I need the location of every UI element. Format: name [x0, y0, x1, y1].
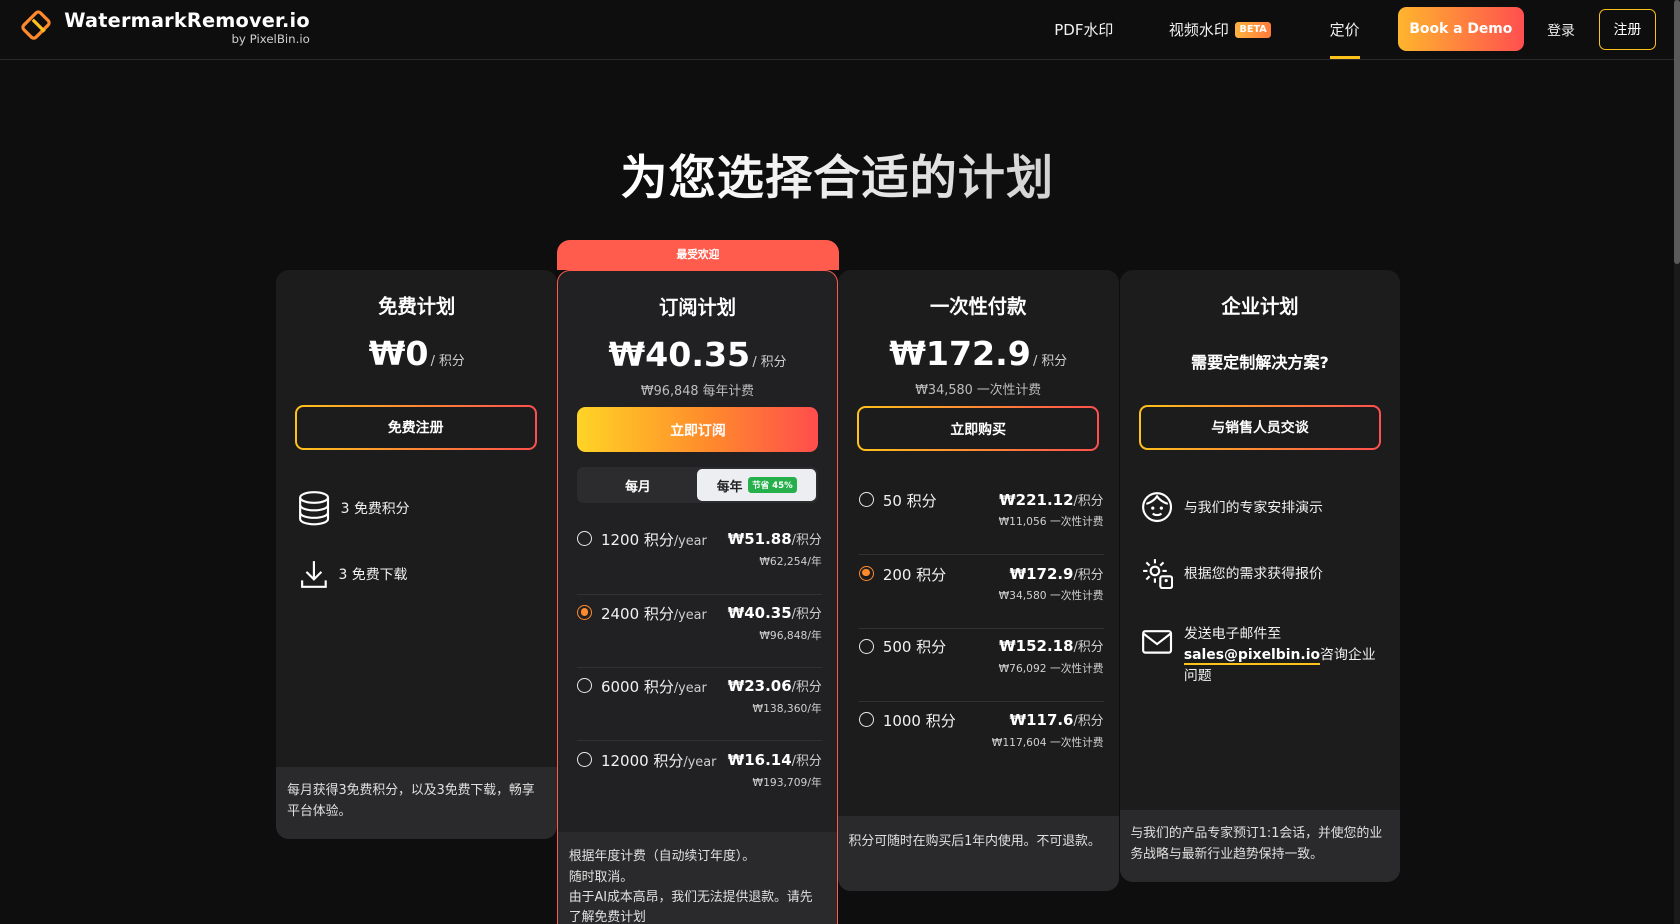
feature-free-credits: 3 免费积分 — [298, 490, 410, 526]
billing-period-toggle: 每月 每年 节省 45% — [577, 467, 819, 504]
one-time-billing: ₩34,580 一次性计费 — [915, 383, 1042, 399]
signup-button[interactable]: 注册 — [1598, 8, 1657, 51]
logo-subtitle: by PixelBin.io — [231, 32, 310, 47]
enterprise-plan-footer: 与我们的产品专家预订1:1会话，并使您的业务战略与最新行业趋势保持一致。 — [1119, 809, 1401, 882]
one-time-option-500[interactable]: 500 积分 ₩152.18/积分 ₩76,092 一次性计费 — [859, 629, 1104, 702]
subscription-option-6000[interactable]: 6000 积分/year ₩23.06/积分 ₩138,360/年 — [577, 668, 822, 742]
one-time-option-200[interactable]: 200 积分 ₩172.9/积分 ₩34,580 一次性计费 — [859, 556, 1104, 629]
feature-schedule-demo: 与我们的专家安排演示 — [1141, 491, 1323, 523]
radio-button[interactable] — [577, 752, 593, 768]
free-plan-price: ₩0/ 积分 — [368, 334, 465, 374]
scrollbar-thumb[interactable] — [1673, 0, 1680, 264]
subscription-option-1200[interactable]: 1200 积分/year ₩51.88/积分 ₩62,254/年 — [577, 522, 822, 595]
sales-email-link[interactable]: sales@pixelbin.io — [1183, 646, 1321, 665]
logo-title: WatermarkRemover.io — [64, 8, 310, 32]
nav-video-watermark[interactable]: 视频水印 BETA — [1169, 0, 1271, 60]
subscribe-now-button[interactable]: 立即订阅 — [577, 407, 819, 453]
enterprise-plan-title: 企业计划 — [1221, 295, 1299, 319]
mail-icon — [1142, 629, 1173, 654]
radio-button[interactable] — [577, 531, 593, 547]
save-badge: 节省 45% — [747, 477, 797, 494]
settings-user-icon — [1143, 559, 1174, 590]
free-signup-button[interactable]: 免费注册 — [295, 405, 537, 450]
subscription-plan-title: 订阅计划 — [658, 296, 737, 320]
radio-button-selected[interactable] — [859, 565, 875, 581]
enterprise-subtitle: 需要定制解决方案? — [1191, 353, 1329, 373]
one-time-option-50[interactable]: 50 积分 ₩221.12/积分 ₩11,056 一次性计费 — [859, 482, 1104, 555]
toggle-yearly[interactable]: 每年 节省 45% — [697, 469, 817, 502]
database-icon — [298, 490, 329, 525]
radio-button[interactable] — [577, 678, 593, 694]
free-plan-footer: 每月获得3免费积分，以及3免费下载，畅享平台体验。 — [276, 767, 558, 839]
mail-prefix: 发送电子邮件至 — [1183, 625, 1282, 642]
page-title: 为您选择合适的计划 — [0, 139, 1675, 208]
one-time-plan-footer: 积分可随时在购买后1年内使用。不可退款。 — [837, 816, 1119, 892]
support-agent-icon — [1142, 491, 1173, 522]
feature-free-downloads: 3 免费下载 — [300, 559, 407, 589]
one-time-option-1000[interactable]: 1000 积分 ₩117.6/积分 ₩117,604 一次性计费 — [859, 703, 1104, 776]
radio-button[interactable] — [859, 638, 875, 654]
nav-video-label: 视频水印 — [1168, 21, 1229, 40]
radio-button[interactable] — [859, 491, 875, 507]
eraser-logo-icon — [21, 9, 52, 40]
talk-to-sales-button[interactable]: 与销售人员交谈 — [1139, 405, 1381, 450]
subscription-option-2400[interactable]: 2400 积分/year ₩40.35/积分 ₩96,848/年 — [577, 596, 822, 669]
toggle-monthly[interactable]: 每月 — [580, 469, 697, 501]
free-plan-title: 免费计划 — [378, 295, 456, 319]
one-time-plan-title: 一次性付款 — [930, 295, 1027, 319]
subscription-option-12000[interactable]: 12000 积分/year ₩16.14/积分 ₩193,709/年 — [577, 742, 822, 815]
nav-pricing[interactable]: 定价 — [1329, 0, 1360, 60]
top-nav-bar: WatermarkRemover.io by PixelBin.io PDF水印… — [0, 0, 1680, 60]
beta-badge: BETA — [1235, 22, 1271, 38]
one-time-plan-price: ₩172.9/ 积分 — [889, 334, 1068, 374]
subscription-annual-billing: ₩96,848 每年计费 — [640, 384, 755, 400]
subscription-plan-footer: 根据年度计费（自动续订年度）。 随时取消。 由于AI成本高昂，我们无法提供退款。… — [558, 832, 837, 924]
login-link[interactable]: 登录 — [1547, 20, 1575, 40]
enterprise-plan-card: 企业计划 需要定制解决方案? 与销售人员交谈 与我们的专家安排演示 根据您的需求… — [1119, 269, 1401, 882]
nav-pdf-watermark[interactable]: PDF水印 — [1054, 0, 1113, 60]
feature-custom-quote: 根据您的需求获得报价 — [1141, 557, 1323, 590]
radio-button-selected[interactable] — [577, 605, 593, 621]
subscription-plan-card: 最受欢迎 订阅计划 ₩40.35/ 积分 ₩96,848 每年计费 立即订阅 每… — [557, 239, 839, 924]
book-demo-button[interactable]: Book a Demo — [1398, 7, 1524, 52]
one-time-plan-card: 一次性付款 ₩172.9/ 积分 ₩34,580 一次性计费 立即购买 50 积… — [837, 269, 1119, 892]
radio-button[interactable] — [859, 712, 875, 728]
feature-email-sales: 发送电子邮件至 sales@pixelbin.io咨询企业问题 — [1141, 624, 1387, 688]
logo[interactable]: WatermarkRemover.io by PixelBin.io — [21, 8, 310, 48]
free-plan-card: 免费计划 ₩0/ 积分 免费注册 3 免费积分 3 免费下载 每月获得3免费积分… — [276, 269, 558, 839]
most-popular-badge: 最受欢迎 — [557, 239, 839, 270]
download-icon — [301, 561, 327, 589]
subscription-plan-price: ₩40.35/ 积分 — [608, 335, 787, 375]
buy-now-button[interactable]: 立即购买 — [857, 406, 1099, 451]
